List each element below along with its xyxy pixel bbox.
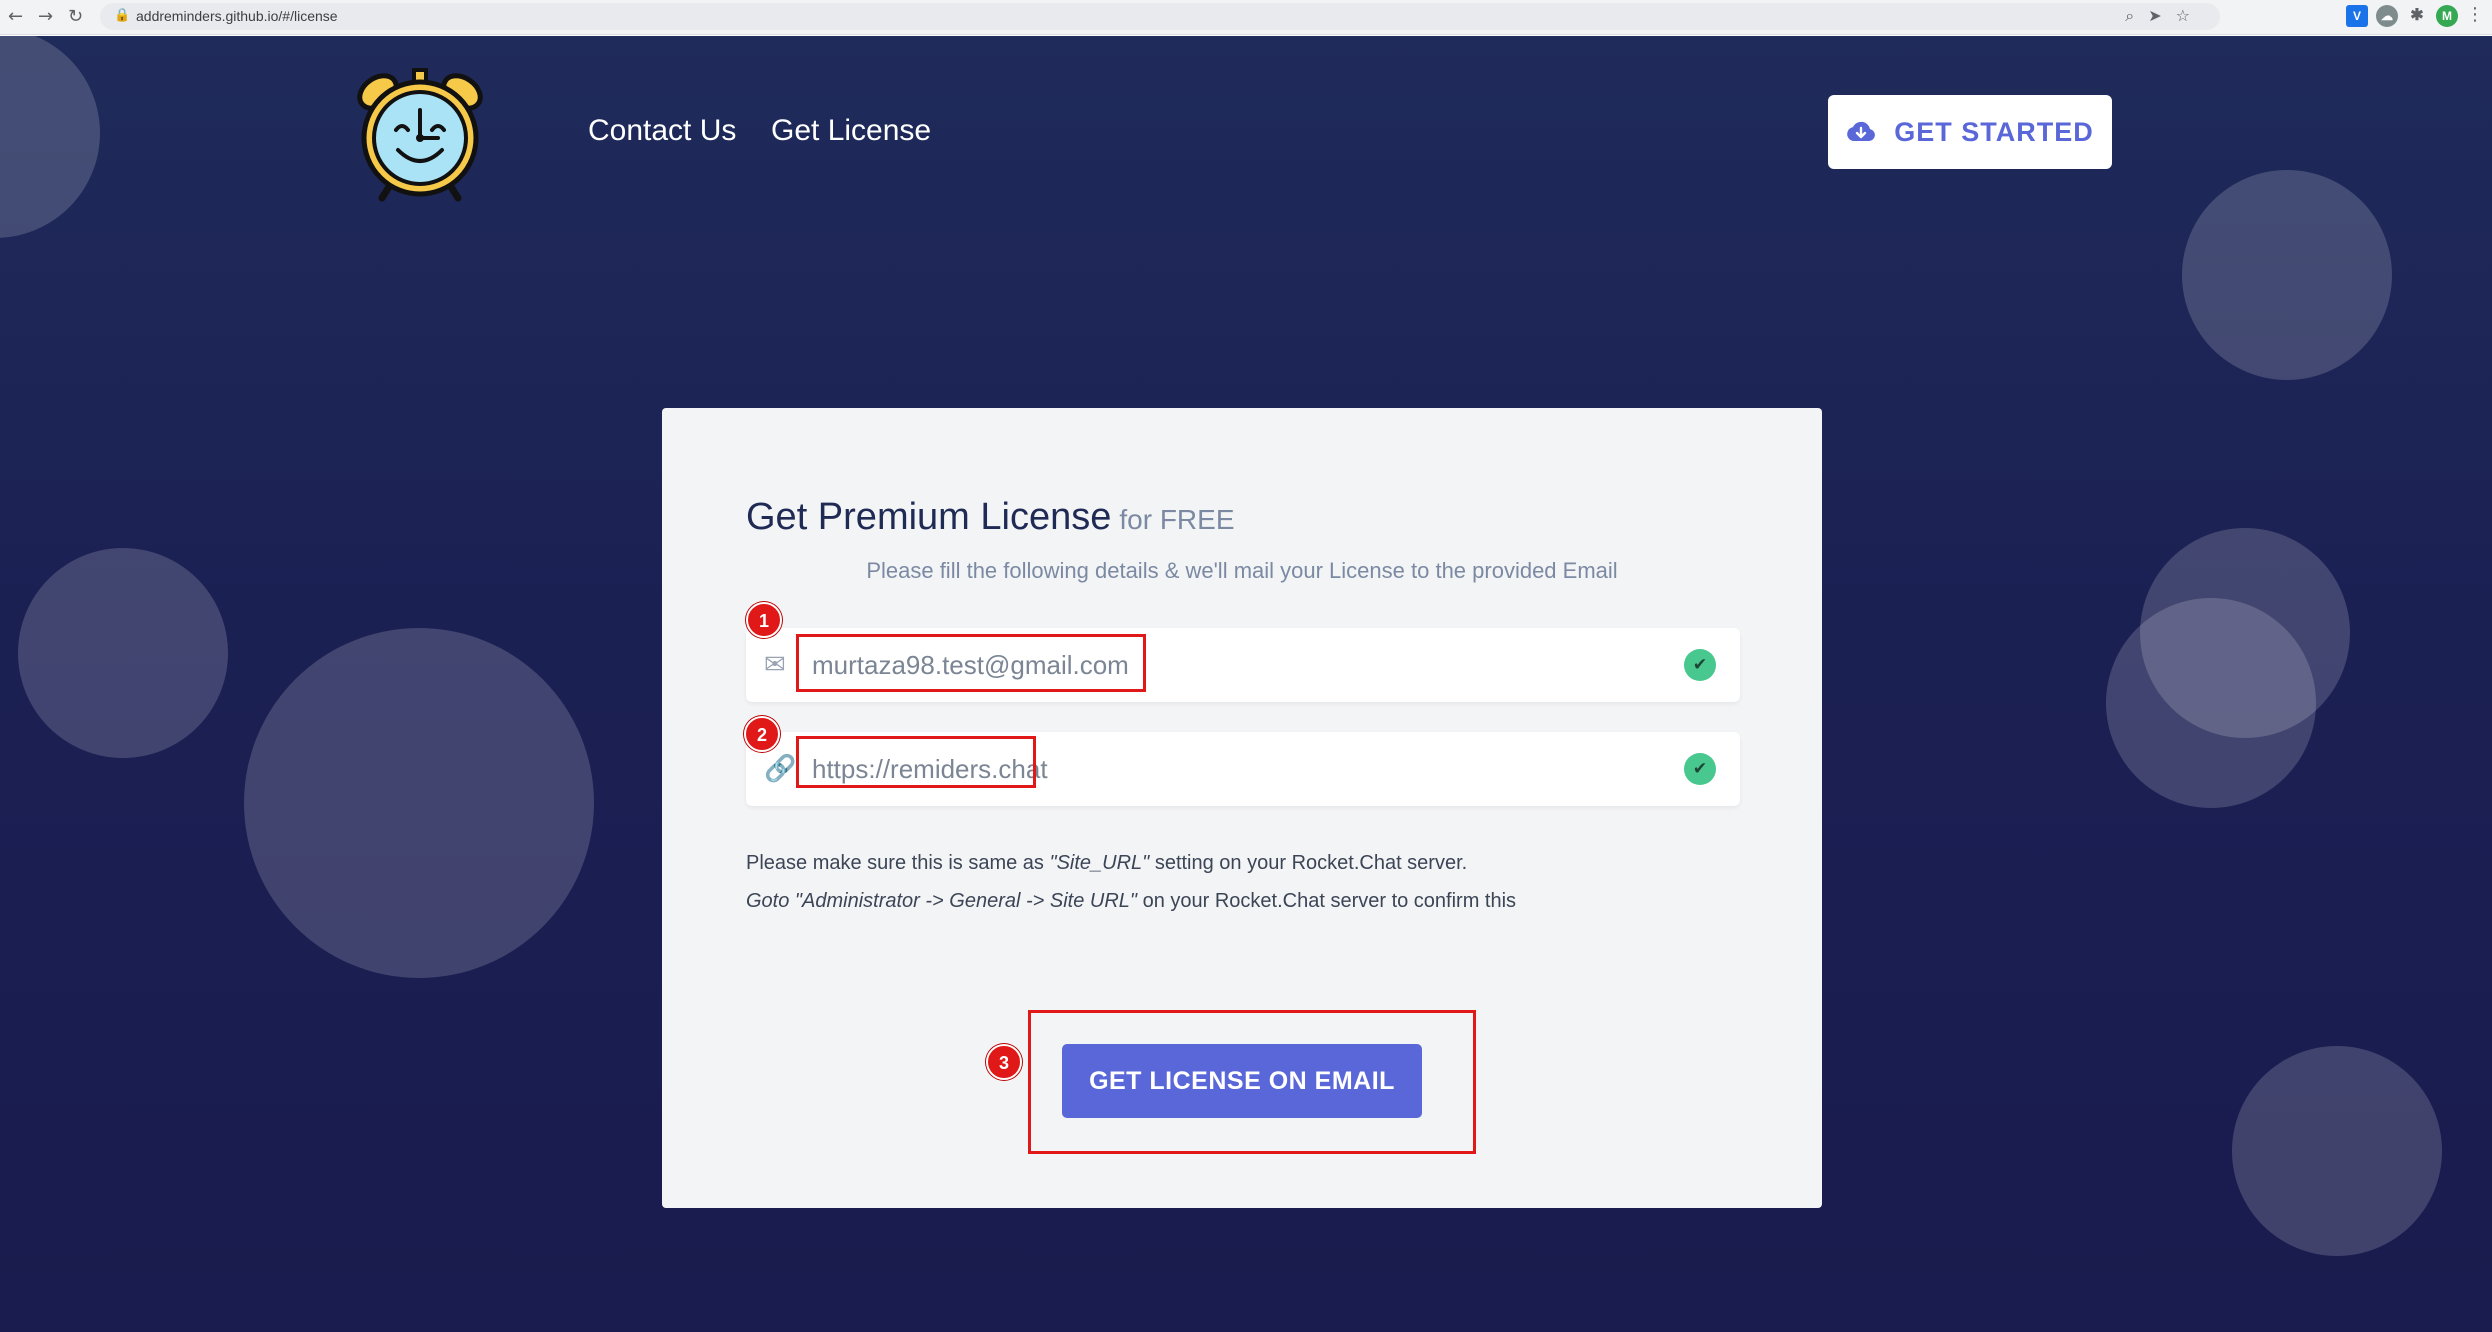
email-valid-check-icon: ✔ [1684,649,1716,681]
bookmark-star-icon[interactable]: ☆ [2176,6,2204,25]
get-started-label: GET STARTED [1894,116,2094,147]
envelope-icon: ✉ [764,650,786,680]
annotation-badge-1: 1 [746,602,782,638]
nav-contact-us[interactable]: Contact Us [588,114,736,148]
annotation-badge-3: 3 [986,1044,1022,1080]
page-background: Contact Us Get License GET STARTED Get P… [0,36,2492,1332]
annotation-badge-2: 2 [744,716,780,752]
annotation-box-email [796,634,1146,692]
decorative-bubble [0,36,100,238]
profile-avatar[interactable]: M [2436,5,2458,27]
extensions-puzzle-icon[interactable]: ✱ [2406,5,2428,27]
card-title: Get Premium License for FREE [746,496,1235,539]
forward-icon[interactable]: → [38,6,53,27]
nav-get-license[interactable]: Get License [771,114,931,148]
license-card: Get Premium License for FREE Please fill … [662,408,1822,1208]
site-url-help-line-2: Goto "Administrator -> General -> Site U… [746,890,1517,912]
annotation-box-submit [1028,1010,1476,1154]
site-url-valid-check-icon: ✔ [1684,753,1716,785]
get-started-button[interactable]: GET STARTED [1828,95,2112,169]
extension-cloud-icon[interactable]: ☁ [2376,5,2398,27]
extension-v-icon[interactable]: V [2346,5,2368,27]
card-subtitle: Please fill the following details & we'l… [866,558,1618,583]
decorative-bubble [18,548,228,758]
link-icon: 🔗 [764,754,797,784]
decorative-bubble [2182,170,2392,380]
decorative-bubble [2106,598,2316,808]
decorative-bubble [2232,1046,2442,1256]
annotation-box-site-url [796,736,1036,788]
site-url-help-line-1: Please make sure this is same as "Site_U… [746,852,1468,874]
send-icon[interactable]: ➤ [2148,6,2175,25]
lock-icon: 🔒 [114,8,131,23]
zoom-icon[interactable]: ⌕ [2125,6,2148,25]
browser-toolbar: ← → ↻ 🔒 addreminders.github.io/#/license… [0,0,2492,35]
card-title-suffix: for FREE [1119,504,1235,535]
cloud-download-icon [1847,121,1876,141]
address-bar[interactable]: 🔒 addreminders.github.io/#/license ⌕➤☆ [100,3,2220,30]
url-text: addreminders.github.io/#/license [136,8,338,24]
reload-icon[interactable]: ↻ [68,6,83,27]
back-icon[interactable]: ← [8,6,23,27]
alarm-clock-logo-icon[interactable] [350,64,490,204]
decorative-bubble [244,628,594,978]
browser-menu-icon[interactable]: ⋮ [2466,4,2484,25]
card-title-main: Get Premium License [746,496,1112,538]
